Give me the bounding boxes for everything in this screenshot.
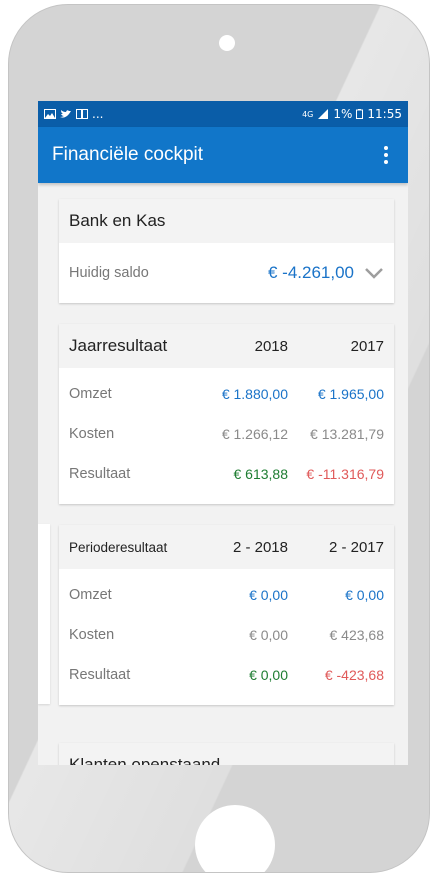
- period-costs-2017: € 423,68: [329, 627, 385, 643]
- network-type: 4G: [302, 109, 314, 119]
- signal-icon: [318, 109, 329, 119]
- revenue-2018: € 1.880,00: [221, 386, 288, 402]
- main-content: Bank en Kas Huidig saldo € -4.261,00 Jaa…: [38, 183, 408, 705]
- current-balance-row[interactable]: Huidig saldo € -4.261,00: [59, 243, 394, 303]
- row-label: Resultaat: [69, 466, 131, 482]
- app-bar: Financiële cockpit: [38, 127, 408, 183]
- table-row: Resultaat € 0,00 € -423,68: [59, 655, 394, 695]
- period-revenue-2017: € 0,00: [345, 587, 384, 603]
- row-label: Omzet: [69, 386, 112, 402]
- book-icon: [76, 109, 88, 119]
- twitter-icon: [60, 110, 71, 118]
- period-result-rows: Omzet € 0,00 € 0,00 Kosten € 0,00 € 423,…: [59, 569, 394, 705]
- period-result-2018: € 0,00: [249, 667, 288, 683]
- status-bar: ... 4G 1% 11:55: [38, 101, 408, 127]
- table-row: Kosten € 0,00 € 423,68: [59, 615, 394, 655]
- status-left: ...: [44, 107, 103, 121]
- annual-result-rows: Omzet € 1.880,00 € 1.965,00 Kosten € 1.2…: [59, 368, 394, 504]
- status-dots: ...: [92, 107, 104, 121]
- home-button[interactable]: [195, 805, 275, 872]
- period-costs-2018: € 0,00: [249, 627, 288, 643]
- period-result-header: Perioderesultaat 2 - 2018 2 - 2017: [59, 525, 394, 569]
- annual-col-2018: 2018: [254, 337, 288, 355]
- app-screen: ... 4G 1% 11:55 Financiële cockpit Bank …: [38, 101, 408, 765]
- row-label: Kosten: [69, 426, 115, 442]
- more-vert-icon[interactable]: [378, 143, 394, 167]
- annual-result-card: Jaarresultaat 2018 2017 Omzet € 1.880,00…: [59, 324, 394, 504]
- period-result-card: Perioderesultaat 2 - 2018 2 - 2017 Omzet…: [59, 525, 394, 705]
- row-label: Kosten: [69, 627, 115, 643]
- stage: ... 4G 1% 11:55 Financiële cockpit Bank …: [0, 0, 432, 875]
- image-icon: [44, 109, 56, 119]
- clock: 11:55: [367, 107, 402, 121]
- costs-2018: € 1.266,12: [221, 426, 288, 442]
- costs-2017: € 13.281,79: [310, 426, 384, 442]
- table-row: Omzet € 0,00 € 0,00: [59, 575, 394, 615]
- period-col-2018: 2 - 2018: [232, 538, 288, 556]
- row-label: Omzet: [69, 587, 112, 603]
- revenue-2017: € 1.965,00: [317, 386, 384, 402]
- current-balance-label: Huidig saldo: [69, 265, 149, 281]
- status-right: 4G 1% 11:55: [302, 107, 402, 121]
- app-title: Financiële cockpit: [52, 144, 204, 165]
- battery-percent: 1%: [333, 107, 353, 121]
- chevron-down-icon[interactable]: [364, 266, 384, 280]
- table-row: Kosten € 1.266,12 € 13.281,79: [59, 414, 394, 454]
- table-row: Omzet € 1.880,00 € 1.965,00: [59, 374, 394, 414]
- period-col-2017: 2 - 2017: [328, 538, 384, 556]
- bank-card: Bank en Kas Huidig saldo € -4.261,00: [59, 199, 394, 303]
- open-customers-card[interactable]: Klanten openstaand: [59, 743, 394, 765]
- annual-result-title: Jaarresultaat: [69, 336, 168, 355]
- bank-card-header: Bank en Kas: [59, 199, 394, 243]
- open-customers-title: Klanten openstaand: [69, 755, 221, 765]
- battery-icon: [356, 109, 364, 119]
- annual-col-2017: 2017: [350, 337, 384, 355]
- period-result-2017: € -423,68: [324, 667, 384, 683]
- period-result-title: Perioderesultaat: [69, 539, 168, 555]
- period-revenue-2018: € 0,00: [249, 587, 288, 603]
- result-2018: € 613,88: [233, 466, 289, 482]
- current-balance-value: € -4.261,00: [267, 263, 354, 282]
- annual-result-header: Jaarresultaat 2018 2017: [59, 324, 394, 368]
- result-2017: € -11.316,79: [306, 466, 384, 482]
- row-label: Resultaat: [69, 667, 131, 683]
- table-row: Resultaat € 613,88 € -11.316,79: [59, 454, 394, 494]
- bank-card-title: Bank en Kas: [69, 211, 166, 230]
- phone-speaker: [219, 35, 235, 51]
